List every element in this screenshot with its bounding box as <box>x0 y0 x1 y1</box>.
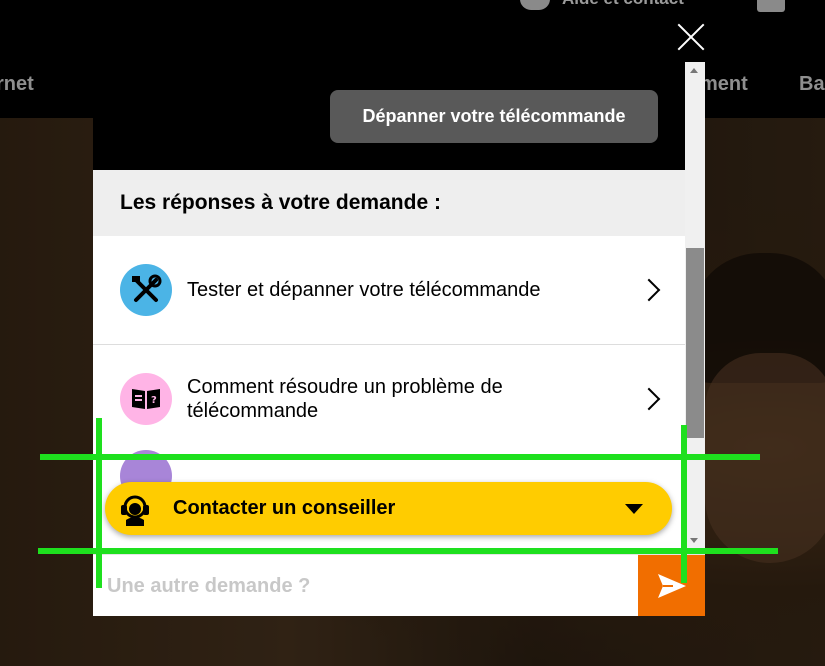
nav-item-equipment[interactable]: ment <box>700 73 748 96</box>
nav-item-far[interactable]: Ba <box>799 73 825 96</box>
chevron-right-icon <box>637 278 661 302</box>
chat-input-row <box>93 554 705 616</box>
scroll-down-arrow-icon[interactable] <box>690 538 698 543</box>
help-contact-link[interactable]: Aide et contact <box>520 0 684 10</box>
chat-message-input[interactable] <box>105 567 629 605</box>
chat-bubble-icon <box>520 0 550 10</box>
hero-person-hair <box>690 253 825 383</box>
send-button[interactable] <box>638 555 705 616</box>
answers-title: Les réponses à votre demande : <box>120 191 441 214</box>
close-icon[interactable] <box>676 22 706 52</box>
chat-header: Dépanner votre télécommande <box>93 62 685 170</box>
overlay-guide-line-bottom <box>38 548 778 554</box>
caret-down-icon <box>625 504 643 514</box>
answer-item-label: Comment résoudre un problème de télécomm… <box>187 376 503 422</box>
overlay-guide-line-top <box>40 454 760 460</box>
manual-book-icon: ? <box>120 373 172 425</box>
contact-advisor-button[interactable]: Contacter un conseiller <box>105 482 672 535</box>
scrollbar-thumb[interactable] <box>686 248 704 438</box>
answer-item-tester[interactable]: Tester et dépanner votre télécommande <box>93 236 685 345</box>
cart-icon[interactable] <box>757 0 785 12</box>
nav-item-internet[interactable]: rnet <box>0 73 34 96</box>
tools-icon <box>120 264 172 316</box>
answer-item-label: Tester et dépanner votre télécommande <box>187 279 541 301</box>
overlay-guide-line-right <box>681 425 687 583</box>
overlay-guide-line-left <box>96 418 102 588</box>
headset-agent-icon <box>118 492 152 526</box>
chevron-right-icon <box>637 387 661 411</box>
scroll-up-arrow-icon[interactable] <box>690 68 698 73</box>
svg-text:?: ? <box>151 395 157 406</box>
chat-window: Dépanner votre télécommande Les réponses… <box>93 62 705 616</box>
answer-item-probleme[interactable]: ? Comment résoudre un problème de téléco… <box>93 345 685 455</box>
help-contact-label: Aide et contact <box>562 0 684 9</box>
bot-message-bubble: Dépanner votre télécommande <box>330 90 658 143</box>
contact-advisor-label: Contacter un conseiller <box>173 497 396 519</box>
answers-header: Les réponses à votre demande : <box>93 170 685 236</box>
